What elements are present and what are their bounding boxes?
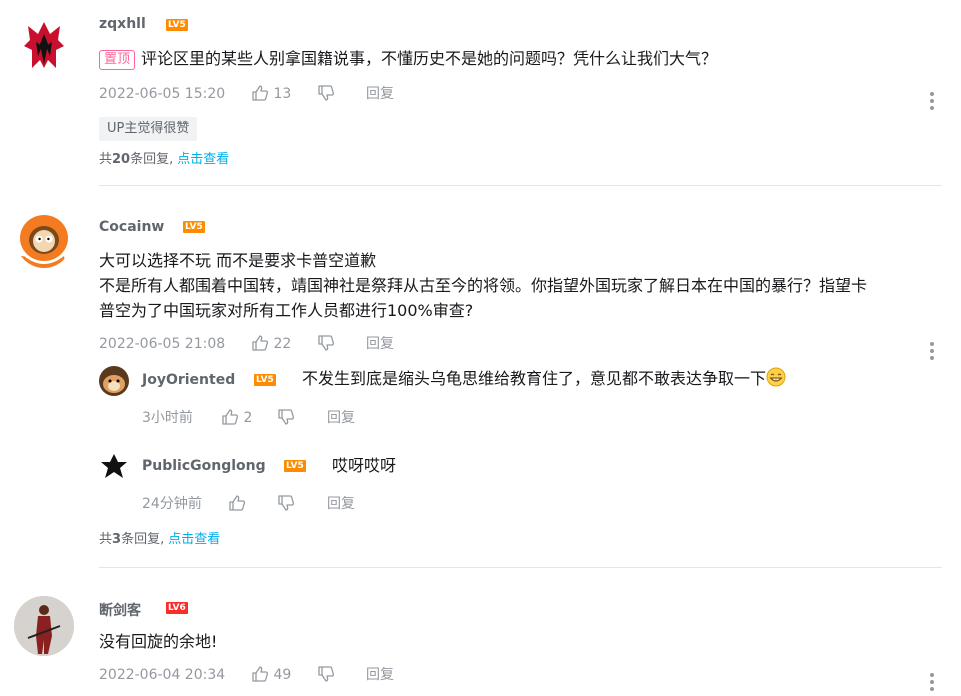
reply-text: 哎呀哎呀: [332, 456, 397, 475]
avatar[interactable]: [99, 452, 129, 482]
username[interactable]: PublicGonglong: [142, 458, 266, 474]
reply-meta: 24分钟前 回复: [142, 494, 402, 514]
like-button[interactable]: 2: [221, 408, 252, 428]
dislike-button[interactable]: [317, 334, 335, 354]
timestamp: 3小时前: [142, 410, 193, 426]
comment-text-line: 普空为了中国玩家对所有工作人员都进行100%审查?: [99, 301, 474, 320]
dislike-button[interactable]: [317, 84, 335, 104]
comment-text-line: 不是所有人都围着中国转，靖国神社是祭拜从古至今的将领。你指望外国玩家了解日本在中…: [99, 276, 868, 295]
comment-text-content: 评论区里的某些人别拿国籍说事，不懂历史不是她的问题吗？凭什么让我们大气？: [141, 49, 718, 68]
thumbs-up-icon: [229, 495, 246, 511]
level-badge: LV5: [254, 374, 276, 386]
like-button[interactable]: 49: [251, 665, 291, 685]
username[interactable]: Cocainw: [99, 219, 164, 235]
reply-meta: 3小时前 2 回复: [142, 408, 402, 428]
level-badge: LV5: [183, 221, 205, 233]
comment-section: zqxhll LV5 置顶 评论区里的某些人别拿国籍说事，不懂历史不是她的问题吗？…: [0, 0, 961, 696]
timestamp: 2022-06-04 20:34: [99, 667, 226, 683]
timestamp: 2022-06-05 15:20: [99, 86, 226, 102]
view-replies-link[interactable]: 点击查看: [177, 152, 229, 167]
thumbs-up-icon: [252, 85, 269, 101]
thumbs-down-icon: [318, 335, 335, 351]
hamster-avatar-icon: [99, 366, 129, 396]
warrior-avatar-icon: [14, 596, 74, 656]
more-options-icon[interactable]: [930, 673, 934, 691]
dislike-button[interactable]: [277, 408, 295, 428]
up-liked-tag: UP主觉得很赞: [99, 117, 198, 141]
star-avatar-icon: [101, 454, 127, 478]
like-button[interactable]: 22: [251, 334, 291, 354]
username[interactable]: 断剑客: [99, 600, 141, 620]
thumbs-down-icon: [318, 85, 335, 101]
comment-meta: 2022-06-05 15:20 13 回复: [99, 84, 459, 104]
username[interactable]: zqxhll: [99, 16, 146, 32]
reply-button[interactable]: 回复: [327, 494, 355, 514]
reply-button[interactable]: 回复: [366, 665, 394, 685]
reply-text: 不发生到底是缩头乌龟思维给教育住了，意见都不敢表达争取一下: [302, 367, 786, 391]
level-badge: LV6: [166, 602, 188, 614]
username[interactable]: JoyOriented: [142, 372, 235, 388]
like-count: 13: [273, 86, 292, 102]
thumbs-up-icon: [252, 335, 269, 351]
comment-text: 置顶 评论区里的某些人别拿国籍说事，不懂历史不是她的问题吗？凭什么让我们大气？: [99, 47, 717, 71]
reply-total: 3: [112, 532, 122, 547]
reply-summary: 共20条回复, 点击查看: [99, 152, 230, 167]
more-options-icon[interactable]: [930, 92, 934, 110]
divider: [99, 567, 942, 568]
view-replies-link[interactable]: 点击查看: [168, 532, 220, 547]
kenny-avatar-icon: [18, 215, 68, 268]
comment-text: 没有回旋的余地!: [99, 632, 218, 651]
like-button[interactable]: 13: [251, 84, 291, 104]
thumbs-down-icon: [278, 409, 295, 425]
avatar[interactable]: [14, 596, 74, 656]
thumbs-down-icon: [278, 495, 295, 511]
thumbs-up-icon: [252, 666, 269, 682]
divider: [99, 185, 942, 186]
thumbs-up-icon: [222, 409, 239, 425]
level-badge: LV5: [166, 19, 188, 31]
like-count: 2: [243, 410, 253, 426]
like-button[interactable]: [228, 494, 246, 514]
comment-text-line: 大可以选择不玩 而不是要求卡普空道歉: [99, 251, 377, 270]
level-badge: LV5: [284, 460, 306, 472]
reply-summary: 共3条回复, 点击查看: [99, 532, 221, 547]
reply-button[interactable]: 回复: [327, 408, 355, 428]
flame-logo-icon: [24, 22, 64, 68]
avatar[interactable]: [16, 212, 72, 268]
avatar[interactable]: [22, 20, 66, 70]
reply-total: 20: [112, 152, 131, 167]
pinned-badge: 置顶: [99, 50, 136, 70]
reply-button[interactable]: 回复: [366, 334, 394, 354]
comment-meta: 2022-06-05 21:08 22 回复: [99, 334, 459, 354]
reply-button[interactable]: 回复: [366, 84, 394, 104]
grin-emoji-icon: [766, 367, 786, 387]
like-count: 49: [273, 667, 292, 683]
timestamp: 24分钟前: [142, 496, 202, 512]
thumbs-down-icon: [318, 666, 335, 682]
dislike-button[interactable]: [277, 494, 295, 514]
timestamp: 2022-06-05 21:08: [99, 336, 226, 352]
avatar[interactable]: [99, 366, 129, 396]
comment-meta: 2022-06-04 20:34 49 回复: [99, 665, 459, 685]
like-count: 22: [273, 336, 292, 352]
more-options-icon[interactable]: [930, 342, 934, 360]
dislike-button[interactable]: [317, 665, 335, 685]
